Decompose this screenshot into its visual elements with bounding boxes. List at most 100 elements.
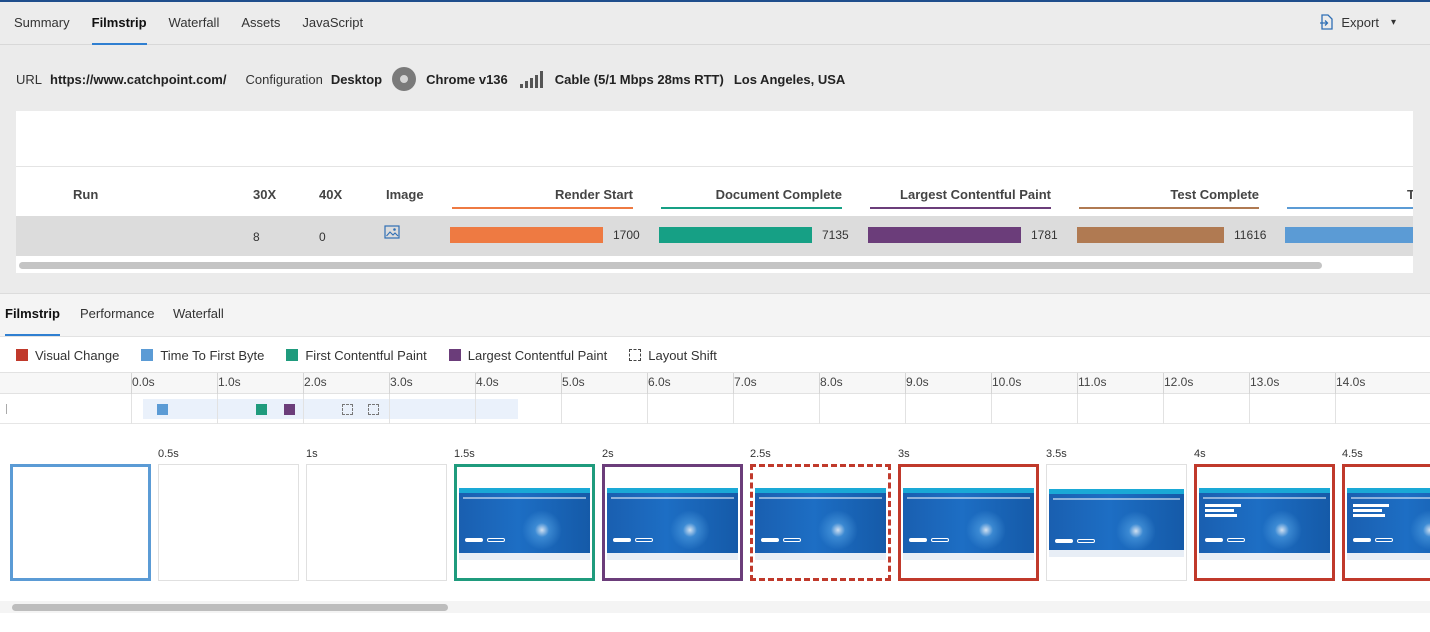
lcp-underline [870,207,1051,209]
test-complete-value: 11616 [1234,228,1267,242]
runs-table: Run 30X 40X Image Render Start Document … [16,111,1413,273]
chevron-down-icon: ▾ [1390,16,1396,28]
truncated-underline [1287,207,1413,209]
network-value: Cable (5/1 Mbps 28ms RTT) [554,71,724,87]
legend-label: Layout Shift [648,347,717,363]
col-truncated[interactable]: To [1407,187,1413,202]
col-image[interactable]: Image [386,187,424,202]
render-start-bar [450,227,603,243]
test-complete-bar [1077,227,1224,243]
frame-time-label: 4s [1194,448,1206,460]
filmstrip-frame[interactable] [158,464,299,581]
filmstrip-panel: Filmstrip Performance Waterfall Visual C… [0,293,1430,632]
timeline-cursor[interactable] [6,404,7,414]
subtab-performance[interactable]: Performance [80,294,154,336]
legend-swatch [448,349,461,361]
timeline-marker-fcp[interactable] [255,404,267,415]
runs-table-scrollbar[interactable] [19,262,1322,269]
col-render-start[interactable]: Render Start [452,187,633,202]
legend-fcp: First Contentful Paint [286,348,427,363]
timeline-marker-ttfb[interactable] [156,404,168,415]
lcp-value: 1781 [1031,228,1058,242]
page-screenshot-thumbnail [459,488,590,560]
col-40x[interactable]: 40X [319,187,342,202]
export-label: Export [1341,14,1379,30]
col-largest-contentful-paint[interactable]: Largest Contentful Paint [870,187,1051,202]
axis-tick-label: 1.0s [218,375,241,389]
tab-javascript[interactable]: JavaScript [302,2,363,45]
tab-waterfall[interactable]: Waterfall [169,2,220,45]
export-button[interactable]: Export ▾ [1319,14,1396,30]
filmstrip-legend: Visual Change Time To First Byte First C… [16,346,739,364]
render-start-value: 1700 [613,228,640,242]
subtab-filmstrip[interactable]: Filmstrip [5,294,60,336]
track-gridline [561,394,562,424]
filmstrip-frame[interactable] [454,464,595,581]
legend-swatch [286,349,299,361]
track-gridline [1163,394,1164,424]
tab-filmstrip[interactable]: Filmstrip [91,2,147,45]
legend-label: Visual Change [35,347,120,363]
test-complete-underline [1079,207,1259,209]
legend-layout-shift: Layout Shift [629,348,717,363]
axis-tick-label: 14.0s [1336,375,1366,389]
url-label: URL [16,71,43,87]
top-tabs: Summary Filmstrip Waterfall Assets JavaS… [14,2,385,45]
filmstrip-frame[interactable] [306,464,447,581]
filmstrip-frame[interactable] [1342,464,1430,581]
axis-tick-label: 4.0s [476,375,499,389]
filmstrip-frame[interactable] [750,464,891,581]
axis-tick-label: 13.0s [1250,375,1280,389]
track-gridline [991,394,992,424]
document-complete-underline [661,207,842,209]
cell-30x: 8 [253,230,260,244]
runs-table-header: Run 30X 40X Image Render Start Document … [16,166,1413,216]
render-start-underline [452,207,633,209]
subtab-waterfall[interactable]: Waterfall [173,294,224,336]
timeline-load-span [143,399,518,419]
filmstrip-frame[interactable] [898,464,1039,581]
col-30x[interactable]: 30X [253,187,276,202]
document-complete-value: 7135 [822,228,849,242]
lcp-bar [868,227,1021,243]
filmstrip-scrollbar[interactable] [12,604,448,611]
track-gridline [1249,394,1250,424]
timeline-marker-layout-shift[interactable] [341,404,353,415]
sub-tabs: Filmstrip Performance Waterfall [0,294,1430,337]
image-icon[interactable] [384,225,400,239]
track-gridline [303,394,304,424]
top-toolbar: Summary Filmstrip Waterfall Assets JavaS… [0,0,1430,45]
legend-lcp: Largest Contentful Paint [448,348,607,363]
axis-tick-label: 8.0s [820,375,843,389]
timeline-marker-layout-shift[interactable] [367,404,379,415]
track-gridline [1077,394,1078,424]
filmstrip-frame[interactable] [1046,464,1187,581]
frame-time-label: 3s [898,448,910,460]
page-screenshot-thumbnail [1049,489,1184,557]
configuration-value: Desktop [330,71,383,87]
timeline-axis: 0.0s 1.0s 2.0s 3.0s 4.0s 5.0s 6.0s 7.0s 8.0s 9.0s… [0,372,1430,395]
page-screenshot-thumbnail [607,488,738,560]
tab-assets[interactable]: Assets [241,2,280,45]
timeline-marker-lcp[interactable] [284,404,296,415]
table-row[interactable]: 8 0 1700 7135 1781 11616 [16,216,1413,256]
filmstrip-frame[interactable] [10,464,151,581]
filmstrip-frame[interactable] [602,464,743,581]
location-value: Los Angeles, USA [733,71,846,87]
page-screenshot-thumbnail [903,488,1034,560]
col-test-complete[interactable]: Test Complete [1079,187,1259,202]
axis-tick-label: 5.0s [562,375,585,389]
filmstrip-frame[interactable] [1194,464,1335,581]
url-value: https://www.catchpoint.com/ [50,71,227,87]
col-run[interactable]: Run [73,187,98,202]
document-complete-bar [659,227,812,243]
track-gridline [389,394,390,424]
legend-visual-change: Visual Change [16,348,119,363]
col-document-complete[interactable]: Document Complete [661,187,842,202]
legend-ttfb: Time To First Byte [141,348,264,363]
track-gridline [475,394,476,424]
frame-time-label: 2.5s [750,448,771,460]
tab-summary[interactable]: Summary [14,2,70,45]
axis-tick-label: 10.0s [992,375,1022,389]
chrome-icon [392,67,417,91]
